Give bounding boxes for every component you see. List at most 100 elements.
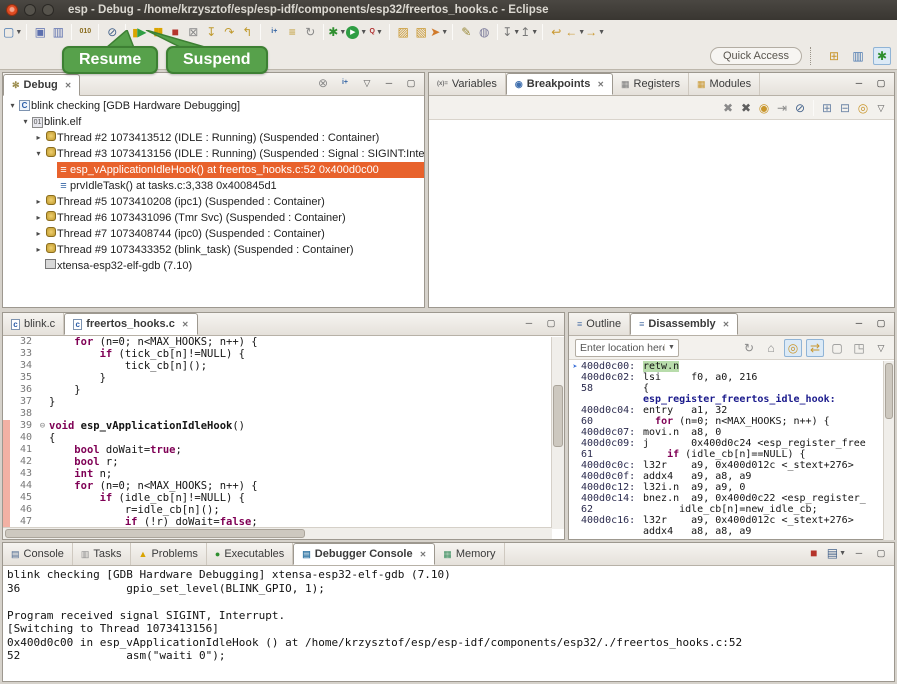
tree-expander-icon[interactable]: ▸ [33, 242, 44, 258]
new-wizard-button[interactable]: ▢▼ [3, 23, 22, 41]
location-input[interactable]: Enter location here [576, 342, 664, 354]
close-tab-icon[interactable]: ✕ [723, 320, 730, 329]
dropdown-arrow-icon[interactable]: ▼ [376, 29, 383, 36]
sweep-button[interactable]: ✎ [457, 23, 475, 41]
editor-horizontal-scrollbar[interactable] [3, 527, 552, 539]
code-line[interactable]: 42 bool r; [3, 456, 564, 468]
view-menu-button[interactable]: ▽ [872, 339, 890, 357]
close-tab-icon[interactable]: ✕ [420, 550, 427, 559]
quick-access-button[interactable]: Quick Access [710, 47, 802, 65]
maximize-window-button[interactable] [42, 4, 54, 16]
minimize-button[interactable]: ─ [850, 544, 868, 562]
code-line[interactable]: 43 int n; [3, 468, 564, 480]
disasm-source-line[interactable]: 62 idle_cb[n]=new_idle_cb; [569, 504, 894, 515]
run-button[interactable]: ▶▼ [346, 23, 367, 41]
dropdown-arrow-icon[interactable]: ▼ [531, 29, 538, 36]
disasm-instruction-line[interactable]: 400d0c12:l32i.n a9, a9, 0 [569, 482, 894, 493]
close-tab-icon[interactable]: ✕ [182, 320, 189, 329]
tree-expander-icon[interactable]: ▾ [20, 114, 31, 130]
code-line[interactable]: 32 for (n=0; n<MAX_HOOKS; n++) { [3, 336, 564, 348]
tree-expander-icon[interactable]: ▾ [33, 146, 44, 162]
build-binary-button[interactable]: 010 [76, 23, 94, 41]
dropdown-arrow-icon[interactable]: ▼ [441, 29, 448, 36]
code-line[interactable]: 37} [3, 396, 564, 408]
minimize-button[interactable]: ─ [380, 74, 398, 92]
minimize-button[interactable]: ─ [520, 314, 538, 332]
disasm-instruction-line[interactable]: 400d0c14:bnez.n a9, 0x400d0c22 <esp_regi… [569, 493, 894, 504]
view-menu-button[interactable]: ▽ [358, 74, 376, 92]
code-line[interactable]: 45 if (idle_cb[n]!=NULL) { [3, 492, 564, 504]
next-annotation-button[interactable]: ↧▼ [502, 23, 520, 41]
editor-hscroll-thumb[interactable] [5, 529, 305, 538]
close-tab-icon[interactable]: ✕ [65, 81, 72, 90]
disasm-label-line[interactable]: esp_register_freertos_idle_hook: [569, 394, 894, 405]
stack-frame-item[interactable]: ≡prvIdleTask() at tasks.c:3,338 0x400845… [3, 178, 424, 194]
console-tab-debugger-console[interactable]: ▤Debugger Console✕ [293, 543, 435, 565]
minimize-view-button[interactable]: ─ [850, 74, 868, 92]
step-over-button[interactable]: ↷ [220, 23, 238, 41]
go-to-file-for-breakpoint-button[interactable]: ⇥ [773, 99, 791, 117]
terminate-console-button[interactable]: ■ [805, 544, 823, 562]
code-line[interactable]: 41 bool doWait=true; [3, 444, 564, 456]
back-button[interactable]: ←▼ [565, 23, 585, 41]
editor-vscroll-thumb[interactable] [553, 385, 563, 447]
home-button[interactable]: ⌂ [762, 339, 780, 357]
location-dropdown-icon[interactable]: ▼ [664, 344, 678, 351]
code-line[interactable]: 34 tick_cb[n](); [3, 360, 564, 372]
skip-all-breakpoints-button[interactable]: ⊘ [791, 99, 809, 117]
open-resource-button[interactable]: ▨ [394, 23, 412, 41]
open-perspective-button[interactable]: ⊞ [825, 47, 843, 65]
launch-search-button[interactable]: ➤▼ [430, 23, 448, 41]
expand-all-button[interactable]: ⊞ [818, 99, 836, 117]
stack-frame-item[interactable]: ≡esp_vApplicationIdleHook() at freertos_… [57, 162, 424, 178]
bp-tab-breakpoints[interactable]: ◉Breakpoints✕ [506, 73, 613, 95]
pin-view-button[interactable]: ◳ [850, 339, 868, 357]
code-line[interactable]: 44 for (n=0; n<MAX_HOOKS; n++) { [3, 480, 564, 492]
debug-tree-item[interactable]: xtensa-esp32-elf-gdb (7.10) [3, 258, 424, 274]
disasm-source-line[interactable]: 61 if (idle_cb[n]==NULL) { [569, 449, 894, 460]
debug-tree-item[interactable]: ▸Thread #6 1073431096 (Tmr Svc) (Suspend… [3, 210, 424, 226]
debug-perspective-button[interactable]: ✱ [873, 47, 891, 65]
bp-tab-modules[interactable]: ▦Modules [689, 73, 760, 95]
debug-tree-item[interactable]: ▸Thread #9 1073433352 (blink_task) (Susp… [3, 242, 424, 258]
disasm-instruction-line[interactable]: 400d0c07:movi.n a8, 0 [569, 427, 894, 438]
disasm-source-line[interactable]: 58{ [569, 383, 894, 394]
maximize-view-button[interactable]: ▢ [872, 74, 890, 92]
disasm-instruction-line[interactable]: 400d0c02:lsi f0, a0, 216 [569, 372, 894, 383]
debug-tree-item[interactable]: ▸Thread #7 1073408744 (ipc0) (Suspended … [3, 226, 424, 242]
tree-expander-icon[interactable]: ▸ [33, 210, 44, 226]
debug-tree-item[interactable]: ▸Thread #2 1073413512 (IDLE : Running) (… [3, 130, 424, 146]
tree-expander-icon[interactable]: ▾ [7, 98, 18, 114]
instruction-stepping-button[interactable]: i+ [265, 23, 283, 41]
code-line[interactable]: 35 } [3, 372, 564, 384]
open-element-button[interactable]: ▧ [412, 23, 430, 41]
disassembly-scrollbar[interactable] [883, 361, 894, 540]
collapse-all-button[interactable]: ⊟ [836, 99, 854, 117]
console-tab-console[interactable]: ▤Console [3, 543, 73, 565]
disassembly-scroll-thumb[interactable] [885, 363, 893, 419]
disasm-instruction-line[interactable]: 400d0c0f:addx4 a9, a8, a9 [569, 471, 894, 482]
sync-with-active-context-button[interactable]: ◎ [784, 339, 802, 357]
console-tab-executables[interactable]: ●Executables [207, 543, 293, 565]
disasm-instruction-line[interactable]: 400d0c16:l32r a9, 0x400d012c <_stext+276… [569, 515, 894, 526]
disasm-instruction-line[interactable]: 400d0c0c:l32r a9, 0x400d012c <_stext+276… [569, 460, 894, 471]
disassembly-listing[interactable]: ➤400d0c00:retw.n400d0c02:lsi f0, a0, 216… [569, 360, 894, 539]
disasm-source-line[interactable]: 60 for (n=0; n<MAX_HOOKS; n++) { [569, 416, 894, 427]
cpp-perspective-button[interactable]: ▥ [849, 47, 867, 65]
editor-tab-blink-c[interactable]: cblink.c [3, 313, 64, 335]
debug-tree-item[interactable]: ▾Cblink checking [GDB Hardware Debugging… [3, 98, 424, 114]
code-editor[interactable]: 32 for (n=0; n<MAX_HOOKS; n++) {33 if (t… [3, 336, 564, 539]
external-tools-button[interactable]: Q▼ [367, 23, 385, 41]
debug-button[interactable]: ✱▼ [328, 23, 346, 41]
debug-tree-item[interactable]: ▸Thread #5 1073410208 (ipc1) (Suspended … [3, 194, 424, 210]
dropdown-arrow-icon[interactable]: ▼ [15, 29, 22, 36]
tree-expander-icon[interactable]: ▸ [33, 194, 44, 210]
last-edit-location-button[interactable]: ↩ [547, 23, 565, 41]
maximize-view-button[interactable]: ▢ [872, 314, 890, 332]
remove-breakpoint-button[interactable]: ✖ [719, 99, 737, 117]
disasm-instruction-line[interactable]: ➤400d0c00:retw.n [569, 361, 894, 372]
remove-all-breakpoints-button[interactable]: ✖ [737, 99, 755, 117]
step-return-button[interactable]: ↰ [238, 23, 256, 41]
save-all-button[interactable]: ▥ [49, 23, 67, 41]
code-line[interactable]: 36 } [3, 384, 564, 396]
